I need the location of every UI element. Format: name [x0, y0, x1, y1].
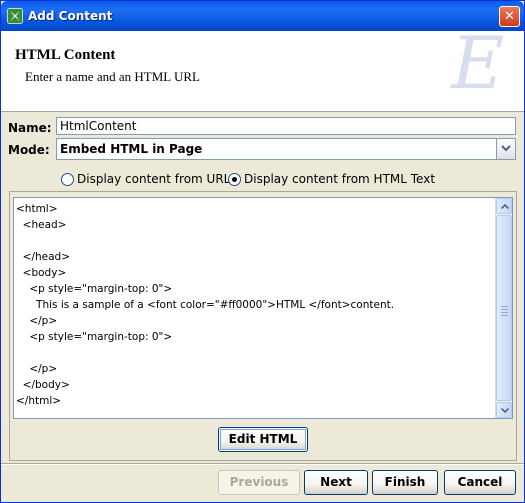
mode-select[interactable]: Embed HTML in Page	[56, 138, 516, 160]
chevron-down-icon	[501, 145, 511, 152]
chevron-up-icon	[501, 204, 509, 209]
next-button[interactable]: Next	[304, 470, 368, 495]
close-icon: ✕	[504, 9, 515, 24]
add-content-dialog: Add Content ✕ HTML Content Enter a name …	[0, 0, 525, 503]
vertical-scrollbar[interactable]	[495, 198, 512, 418]
html-editor[interactable]: <html> <head> </head> <body> <p style="m…	[13, 197, 513, 419]
cancel-button[interactable]: Cancel	[444, 470, 516, 495]
window-title: Add Content	[28, 9, 113, 23]
mode-selected-value: Embed HTML in Page	[60, 142, 203, 156]
html-source-text[interactable]: <html> <head> </head> <body> <p style="m…	[16, 201, 498, 409]
radio-label-url: Display content from URL	[77, 172, 231, 186]
mode-dropdown-button[interactable]	[496, 139, 515, 159]
page-subtitle: Enter a name and an HTML URL	[25, 69, 200, 84]
wand-sparkle-icon	[7, 8, 23, 24]
wizard-header: HTML Content Enter a name and an HTML UR…	[1, 31, 524, 112]
radio-label-html: Display content from HTML Text	[244, 172, 436, 186]
name-input[interactable]	[56, 117, 516, 135]
grip-icon	[501, 306, 508, 318]
mode-label: Mode:	[8, 143, 50, 157]
title-bar[interactable]: Add Content ✕	[1, 1, 524, 31]
close-button[interactable]: ✕	[499, 6, 520, 27]
name-label: Name:	[8, 121, 52, 135]
html-content-panel: <html> <head> </head> <body> <p style="m…	[9, 191, 517, 461]
scroll-thumb[interactable]	[496, 215, 512, 401]
scroll-down-button[interactable]	[496, 402, 512, 418]
previous-button[interactable]: Previous	[218, 470, 300, 495]
edit-html-button[interactable]: Edit HTML	[218, 427, 308, 452]
watermark-logo: E	[451, 31, 504, 105]
radio-button-url[interactable]	[61, 173, 74, 186]
chevron-down-icon	[501, 408, 509, 413]
page-title: HTML Content	[15, 47, 116, 63]
footer-separator	[1, 463, 524, 465]
scroll-up-button[interactable]	[496, 198, 512, 214]
radio-button-html[interactable]	[228, 173, 241, 186]
finish-button[interactable]: Finish	[372, 470, 438, 495]
